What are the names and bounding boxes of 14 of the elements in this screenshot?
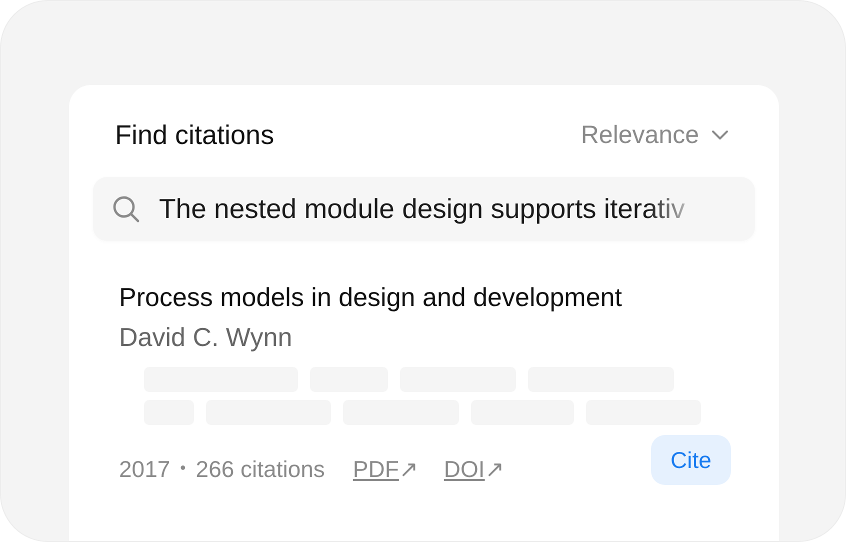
search-field[interactable]: The nested module design supports iterativ	[93, 177, 755, 241]
year-text: 2017	[119, 456, 170, 482]
search-query: The nested module design supports iterativ	[159, 193, 685, 225]
sort-dropdown[interactable]: Relevance	[580, 120, 729, 150]
citation-count: 266 citations	[196, 456, 325, 482]
separator-text: •	[180, 460, 186, 478]
panel-title: Find citations	[115, 120, 274, 150]
cite-button[interactable]: Cite	[651, 435, 731, 485]
link[interactable]: DOI↗	[444, 456, 504, 482]
search-icon	[111, 194, 141, 224]
result-title[interactable]: Process models in design and development	[119, 277, 755, 317]
link[interactable]: PDF↗	[352, 456, 418, 482]
chevron-down-icon	[711, 130, 729, 140]
author-name: David C. Wynn	[119, 321, 294, 354]
